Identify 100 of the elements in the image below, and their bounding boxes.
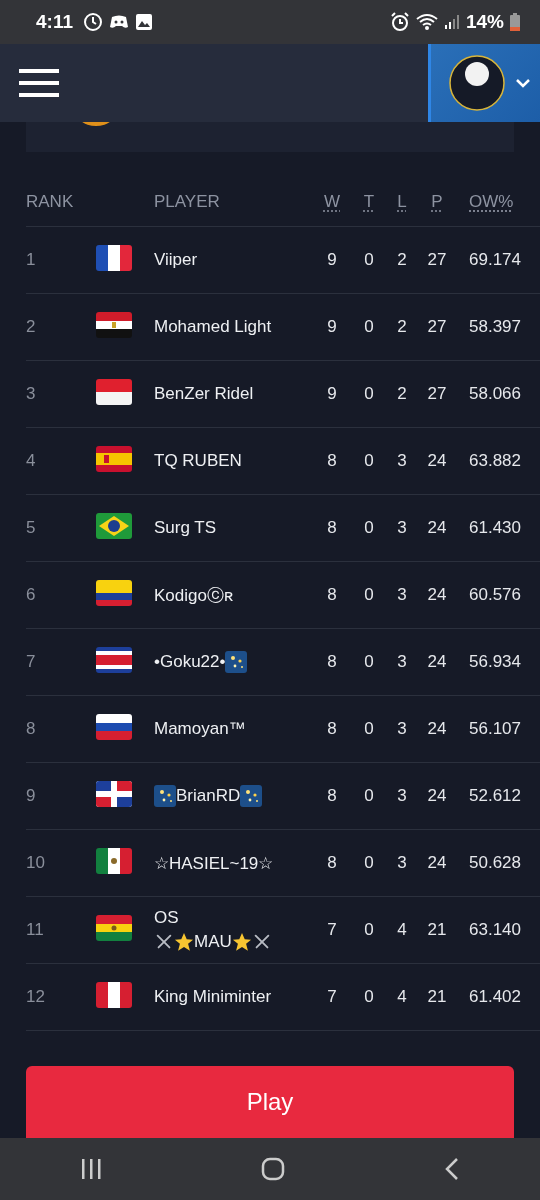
battery-icon — [510, 13, 520, 31]
wins-cell: 9 — [327, 384, 337, 404]
wins-cell: 9 — [327, 250, 337, 270]
ties-cell: 0 — [364, 853, 374, 873]
rank-cell-text: 5 — [26, 518, 37, 538]
player-name: Surg TS — [154, 518, 217, 538]
player-name: Mohamed Light — [154, 317, 272, 337]
ow-percent-cell-text: 61.430 — [468, 518, 522, 538]
rank-cell-text: 8 — [26, 719, 37, 739]
rank-cell-text: 7 — [26, 652, 37, 672]
player-name: Mamoyan™ — [154, 719, 246, 739]
home-button[interactable] — [261, 1157, 285, 1181]
flag-icon — [96, 915, 132, 941]
profile-button[interactable] — [428, 44, 540, 122]
player-name: MAU — [194, 932, 232, 952]
ow-percent-cell-text: 69.174 — [468, 250, 522, 270]
points-cell: 24 — [427, 786, 447, 806]
player-name: •Goku22• — [154, 652, 226, 672]
wifi-icon — [415, 13, 438, 31]
play-button[interactable]: Play — [26, 1066, 514, 1138]
avatar — [449, 55, 505, 111]
wins-cell: 8 — [327, 451, 337, 471]
ow-percent-cell-text: 56.107 — [468, 719, 522, 739]
column-header[interactable]: PLAYER — [154, 192, 316, 212]
wins-cell: 7 — [327, 987, 337, 1007]
clock-time: 4:11 — [36, 11, 73, 33]
column-header[interactable]: L — [397, 192, 407, 212]
wins-cell: 8 — [327, 652, 337, 672]
column-header[interactable]: W — [323, 192, 340, 212]
points-cell: 24 — [427, 585, 447, 605]
column-header[interactable]: T — [363, 192, 375, 212]
rank-cell-text: 10 — [26, 853, 46, 873]
wins-cell: 7 — [327, 920, 337, 940]
ow-percent-cell-text: 50.628 — [468, 853, 522, 873]
flag-icon — [96, 848, 132, 874]
ow-percent-cell-text: 56.934 — [468, 652, 522, 672]
star-icon — [231, 932, 252, 952]
battery-percent: 14% — [465, 11, 504, 33]
points-cell: 24 — [427, 853, 447, 873]
alarm-icon — [389, 12, 410, 32]
flag-icon — [96, 714, 132, 740]
wins-cell: 8 — [327, 719, 337, 739]
ties-cell: 0 — [364, 384, 374, 404]
wins-cell: 9 — [327, 317, 337, 337]
ties-cell: 0 — [364, 786, 374, 806]
rank-cell-text: 11 — [26, 920, 45, 940]
points-cell: 27 — [427, 317, 447, 337]
wins-cell: 8 — [327, 786, 337, 806]
flag-icon — [96, 781, 132, 807]
fireworks-icon — [240, 785, 263, 807]
fireworks-icon — [154, 785, 176, 807]
ow-percent-cell-text: 52.612 — [468, 786, 522, 806]
menu-icon — [19, 69, 59, 97]
points-cell: 21 — [427, 987, 447, 1007]
points-cell: 27 — [427, 384, 447, 404]
home-icon — [261, 1157, 285, 1181]
rank-cell-text: 1 — [26, 250, 37, 270]
player-name: Kodigoⓒʀ — [154, 584, 234, 607]
points-cell: 24 — [427, 451, 447, 471]
ow-percent-cell-text: 58.066 — [468, 384, 522, 404]
ties-cell: 0 — [364, 451, 374, 471]
rank-cell-text: 4 — [26, 451, 37, 471]
losses-cell: 4 — [397, 987, 407, 1007]
flag-icon — [96, 580, 132, 606]
ow-percent-cell-text: 58.397 — [468, 317, 522, 337]
flag-icon — [96, 245, 132, 271]
ow-percent-cell-text: 60.576 — [468, 585, 522, 605]
ow-percent-cell-text: 63.882 — [468, 451, 522, 471]
column-header[interactable]: RANK — [26, 192, 96, 212]
losses-cell: 3 — [397, 585, 407, 605]
player-name: King Miniminter — [154, 987, 272, 1007]
ties-cell: 0 — [364, 250, 374, 270]
rank-cell-text: 9 — [26, 786, 37, 806]
losses-cell: 3 — [397, 853, 407, 873]
back-button[interactable] — [444, 1157, 461, 1181]
recents-button[interactable] — [79, 1158, 102, 1180]
ow-percent-cell-text: 63.140 — [468, 920, 522, 940]
column-header[interactable]: P — [431, 192, 443, 212]
points-cell: 24 — [427, 652, 447, 672]
wins-cell: 8 — [327, 518, 337, 538]
star-icon — [174, 932, 194, 952]
ties-cell: 0 — [364, 920, 374, 940]
points-cell: 27 — [427, 250, 447, 270]
losses-cell: 3 — [397, 652, 407, 672]
menu-button[interactable] — [19, 69, 59, 97]
losses-cell: 3 — [397, 786, 407, 806]
flag-icon — [96, 982, 132, 1008]
signal-icon — [443, 14, 460, 30]
image-icon — [135, 13, 153, 31]
flag-icon — [96, 513, 132, 539]
rank-cell-text: 3 — [26, 384, 37, 404]
rank-cell-text: 6 — [26, 585, 37, 605]
ties-cell: 0 — [364, 652, 374, 672]
column-header[interactable]: OW% — [460, 192, 540, 212]
recents-icon — [79, 1158, 102, 1180]
losses-cell: 3 — [397, 518, 407, 538]
wins-cell: 8 — [327, 585, 337, 605]
ties-cell: 0 — [364, 317, 374, 337]
back-icon — [444, 1157, 461, 1181]
points-cell: 24 — [427, 518, 447, 538]
